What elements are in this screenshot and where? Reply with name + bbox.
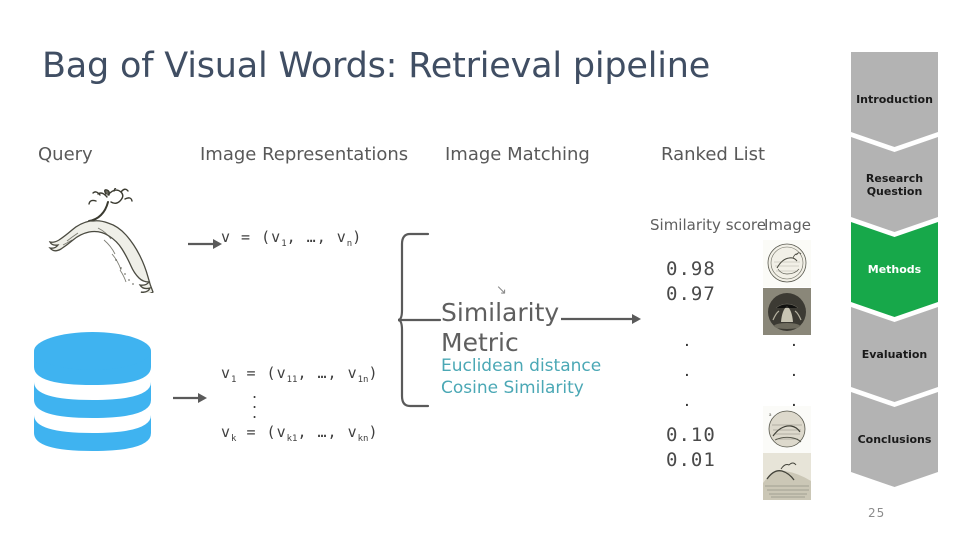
ranked-thumbnail-3: a (763, 406, 811, 453)
arrow-similarity-to-ranked-list (561, 314, 641, 324)
sidebar-nav: Introduction Research Question Methods E… (851, 52, 938, 492)
query-image-stag (48, 188, 154, 293)
sidebar-item-label-conclusions: Conclusions (857, 433, 932, 446)
ranked-score-ellipsis: ... (684, 331, 690, 411)
similarity-metric-line1: Similarity (441, 298, 560, 327)
column-header-query: Query (38, 144, 93, 165)
arrow-query-to-vector (188, 239, 222, 249)
ranked-list-header-image: Image (764, 216, 811, 234)
slide-canvas: Bag of Visual Words: Retrieval pipeline … (0, 0, 960, 540)
similarity-option-euclidean: Euclidean distance (441, 356, 602, 376)
column-header-image-matching: Image Matching (445, 144, 590, 165)
arrow-database-to-vectors (173, 393, 207, 403)
ranked-score-4: 0.01 (666, 449, 716, 471)
ranked-image-ellipsis: ... (791, 331, 797, 411)
page-number: 25 (868, 506, 886, 520)
sidebar-item-label-research-question: Research Question (865, 171, 924, 198)
ranked-list-header-score: Similarity score (650, 216, 766, 234)
db-vector-first-formula: v1 = (v11, …, v1n) (221, 364, 379, 385)
sidebar-item-introduction[interactable]: Introduction (851, 52, 938, 147)
sidebar-item-evaluation[interactable]: Evaluation (851, 307, 938, 402)
similarity-option-cosine: Cosine Similarity (441, 378, 584, 398)
ranked-score-3: 0.10 (666, 424, 716, 446)
sidebar-item-label-introduction: Introduction (856, 93, 933, 106)
ranked-score-2: 0.97 (666, 283, 716, 305)
vector-list-ellipsis: ... (252, 383, 258, 422)
db-vector-last-formula: vk = (vk1, …, vkn) (221, 423, 379, 444)
sidebar-item-methods[interactable]: Methods (851, 222, 938, 317)
ranked-thumbnail-4 (763, 453, 811, 500)
sidebar-item-conclusions[interactable]: Conclusions (851, 392, 938, 487)
sidebar-item-research-question[interactable]: Research Question (851, 137, 938, 232)
sidebar-item-label-methods: Methods (867, 263, 922, 276)
sidebar-item-label-evaluation: Evaluation (861, 348, 928, 361)
similarity-metric-options: Euclidean distance Cosine Similarity (441, 355, 601, 399)
similarity-metric-line2: Metric (441, 328, 519, 357)
ranked-score-1: 0.98 (666, 258, 716, 280)
cursor-pointer-artifact: ↘ (496, 283, 507, 298)
grouping-brace (398, 232, 442, 408)
column-header-ranked-list: Ranked List (661, 144, 766, 165)
query-vector-formula: v = (v1, …, vn) (221, 228, 363, 249)
similarity-metric-title: Similarity Metric (441, 298, 559, 358)
ranked-thumbnail-2 (763, 288, 811, 335)
database-cylinder-icon (34, 332, 151, 451)
column-header-image-representations: Image Representations (200, 144, 409, 165)
ranked-thumbnail-1 (763, 240, 811, 287)
page-title: Bag of Visual Words: Retrieval pipeline (42, 46, 711, 86)
